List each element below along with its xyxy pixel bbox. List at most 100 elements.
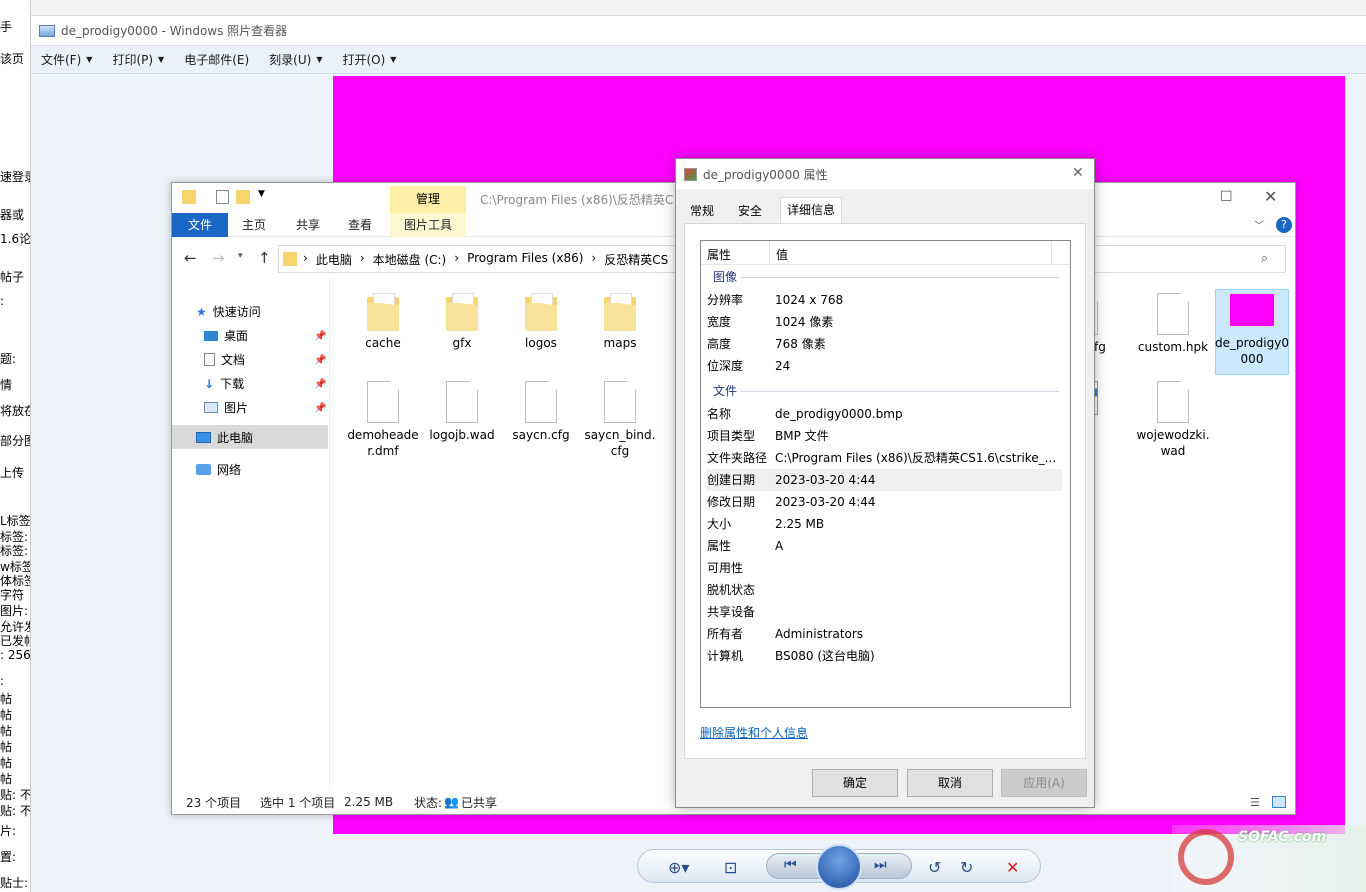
folder-icon — [367, 293, 399, 331]
cancel-button[interactable]: 取消 — [907, 769, 993, 797]
close-icon[interactable]: ✕ — [1264, 187, 1277, 206]
menu-file[interactable]: 文件(F) ▼ — [31, 46, 102, 74]
file-item-wojewodzki[interactable]: wojewodzki.wad — [1135, 381, 1211, 459]
chevron-down-icon[interactable]: ▼ — [258, 189, 265, 199]
pin-icon[interactable]: 📌 — [314, 403, 326, 414]
tab-home[interactable]: 主页 — [242, 213, 266, 237]
logo-ring-icon — [1178, 829, 1234, 885]
desktop-icon — [204, 330, 218, 341]
forward-arrow-icon[interactable]: → — [212, 249, 225, 267]
details-view-icon[interactable]: ☰ — [1250, 796, 1260, 809]
large-icons-view-icon[interactable] — [1272, 796, 1286, 808]
manage-tab[interactable]: 管理 — [390, 186, 466, 213]
recent-chevron-icon[interactable]: ▾ — [238, 251, 243, 261]
chevron-down-icon: ▼ — [86, 55, 93, 64]
tab-view[interactable]: 查看 — [348, 213, 372, 237]
nav-pictures[interactable]: 图片 — [204, 399, 248, 416]
rotate-left-icon[interactable]: ↺ — [928, 858, 941, 877]
rotate-right-icon[interactable]: ↻ — [960, 858, 973, 877]
up-arrow-icon[interactable]: ↑ — [258, 249, 271, 267]
background-text-fragment: 情 — [0, 378, 13, 392]
property-row-hovered[interactable]: 创建日期 2023-03-20 4:44 — [707, 469, 1062, 491]
property-row: 可用性 — [707, 561, 744, 575]
menu-print[interactable]: 打印(P) ▼ — [102, 46, 174, 74]
file-item-maps[interactable]: maps — [582, 293, 658, 351]
tab-file[interactable]: 文件 — [172, 213, 228, 237]
tab-general[interactable]: 常规 — [684, 199, 720, 223]
nav-downloads[interactable]: ↓ 下载 — [204, 375, 244, 392]
tab-details[interactable]: 详细信息 — [780, 197, 843, 224]
properties-dialog: de_prodigy0000 属性 ✕ 常规 安全 详细信息 属性 值 图像 分… — [675, 158, 1095, 808]
tab-share[interactable]: 共享 — [296, 213, 320, 237]
zoom-icon[interactable]: ⊕▾ — [668, 858, 689, 877]
photo-viewer-menubar: 文件(F) ▼ 打印(P) ▼ 电子邮件(E) 刻录(U) ▼ 打开(O) ▼ — [31, 46, 1366, 74]
file-item-de-prodigy[interactable]: de_prodigy0000 — [1214, 293, 1290, 367]
file-item-gfx[interactable]: gfx — [424, 293, 500, 351]
breadcrumb-cs-folder[interactable]: 反恐精英CS — [604, 251, 668, 268]
background-text-fragment: 帖 — [0, 708, 13, 722]
tab-picture-tools[interactable]: 图片工具 — [390, 213, 466, 237]
property-row: 名称 de_prodigy0000.bmp — [707, 407, 903, 421]
background-text-fragment: 贴: 不 — [0, 788, 31, 802]
actual-size-icon[interactable]: ⊡ — [724, 858, 737, 877]
property-row: 脱机状态 — [707, 583, 756, 597]
property-row: 所有者 Administrators — [707, 627, 864, 641]
ok-button[interactable]: 确定 — [812, 769, 898, 797]
background-text-fragment: 帖 — [0, 692, 13, 706]
image-file-icon — [684, 167, 697, 181]
property-row: 属性 A — [707, 539, 784, 553]
close-icon[interactable]: ✕ — [1072, 165, 1084, 181]
nav-desktop[interactable]: 桌面 — [204, 327, 248, 344]
help-icon[interactable]: ? — [1276, 217, 1292, 233]
maximize-icon[interactable]: ☐ — [1220, 189, 1233, 205]
pin-icon[interactable]: 📌 — [314, 379, 326, 390]
apply-button[interactable]: 应用(A) — [1001, 769, 1087, 797]
new-folder-icon[interactable] — [236, 190, 250, 204]
delete-icon[interactable]: ✕ — [1006, 858, 1019, 877]
file-item-logos[interactable]: logos — [503, 293, 579, 351]
file-item-logojb[interactable]: logojb.wad — [424, 381, 500, 443]
background-text-fragment: 帖 — [0, 724, 13, 738]
breadcrumb-this-pc[interactable]: 此电脑 — [316, 251, 352, 268]
tab-security[interactable]: 安全 — [732, 199, 768, 223]
background-text-fragment: 手 — [0, 20, 13, 34]
watermark-text: SOFAC.com — [1238, 829, 1327, 845]
property-row: 宽度 1024 像素 — [707, 315, 834, 329]
menu-email[interactable]: 电子邮件(E) — [174, 46, 259, 74]
background-text-fragment: 帖 — [0, 756, 13, 770]
breadcrumb-program-files[interactable]: Program Files (x86) — [467, 251, 583, 268]
file-item-custom-hpk[interactable]: custom.hpk — [1135, 293, 1211, 355]
pin-icon[interactable]: 📌 — [314, 331, 326, 342]
property-list[interactable]: 属性 值 图像 分辨率 1024 x 768 宽度 1024 像素 高度 768 像素… — [700, 240, 1071, 708]
pin-icon[interactable]: 📌 — [314, 355, 326, 366]
background-text-fragment: 图片: — [0, 604, 29, 618]
file-item-cache[interactable]: cache — [345, 293, 421, 351]
nav-network[interactable]: 网络 — [196, 461, 241, 478]
nav-quick-access[interactable]: ★ 快速访问 — [196, 303, 261, 320]
search-icon[interactable]: ⌕ — [1261, 251, 1268, 266]
file-item-saycn-bind[interactable]: saycn_bind.cfg — [582, 381, 658, 459]
previous-icon[interactable]: ⏮ — [784, 857, 797, 873]
file-item-saycn[interactable]: saycn.cfg — [503, 381, 579, 443]
menu-open[interactable]: 打开(O) ▼ — [332, 46, 406, 74]
next-icon[interactable]: ⏭ — [874, 857, 887, 873]
property-row: 计算机 BS080 (这台电脑) — [707, 649, 875, 663]
menu-burn[interactable]: 刻录(U) ▼ — [259, 46, 332, 74]
item-count: 23 个项目 — [186, 795, 242, 810]
background-text-fragment: 题: — [0, 352, 17, 366]
property-row: 共享设备 — [707, 605, 756, 619]
back-arrow-icon[interactable]: ← — [184, 249, 197, 267]
column-value[interactable]: 值 — [776, 246, 788, 263]
column-property[interactable]: 属性 — [707, 246, 731, 263]
slideshow-button[interactable] — [816, 844, 862, 890]
background-text-fragment: 器或 — [0, 208, 25, 222]
breadcrumb-local-disk[interactable]: 本地磁盘 (C:) — [373, 251, 447, 268]
file-item-demoheader[interactable]: demoheader.dmf — [345, 381, 421, 459]
chevron-down-icon[interactable]: ﹀ — [1254, 217, 1264, 232]
remove-properties-link[interactable]: 删除属性和个人信息 — [700, 724, 808, 741]
nav-documents[interactable]: 文档 — [204, 351, 245, 368]
background-text-fragment: : — [0, 294, 5, 308]
details-panel: 属性 值 图像 分辨率 1024 x 768 宽度 1024 像素 高度 768 像素… — [684, 223, 1086, 759]
nav-this-pc[interactable]: 此电脑 — [196, 429, 253, 446]
properties-icon[interactable] — [216, 190, 229, 204]
